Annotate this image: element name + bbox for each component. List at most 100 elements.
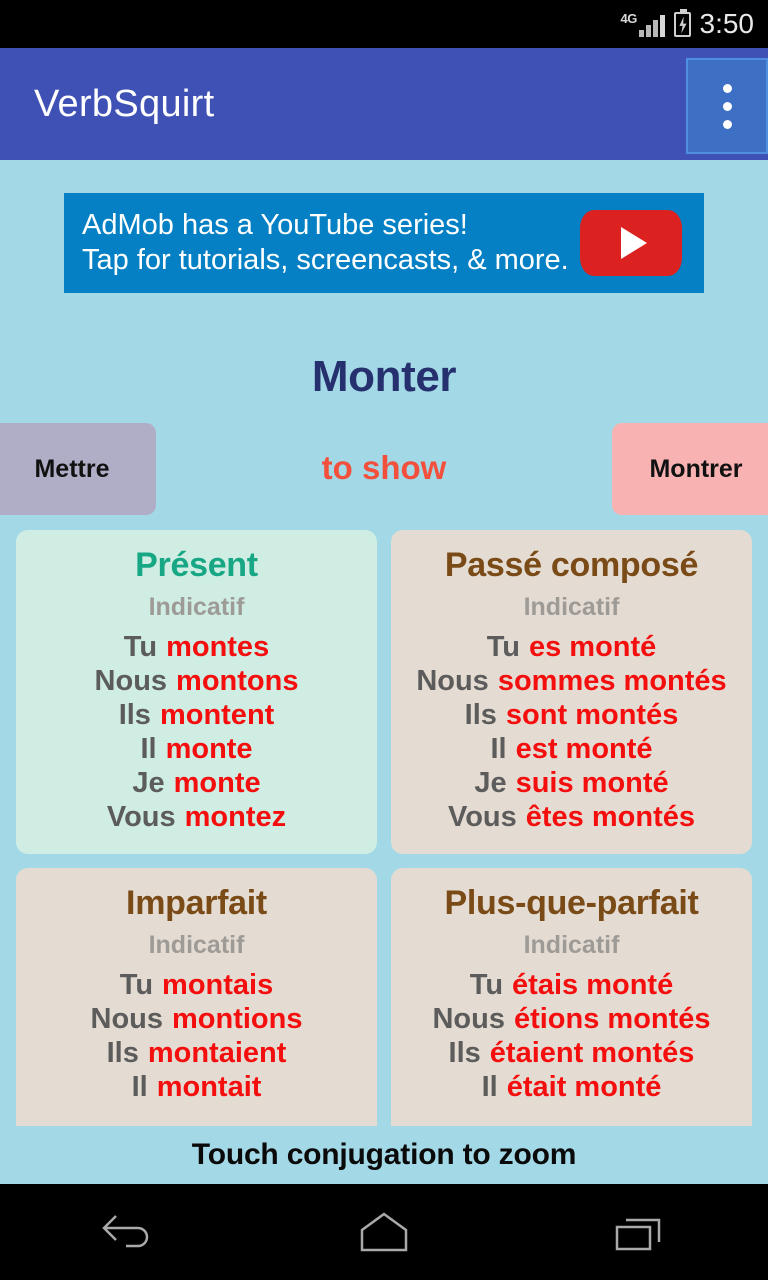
signal-strength-icon: 4G — [620, 11, 665, 37]
admob-line-1: AdMob has a YouTube series! — [82, 208, 468, 241]
verb-form: êtes montés — [525, 800, 695, 833]
clock-label: 3:50 — [699, 8, 755, 39]
conjugation-line: Ils montent — [26, 699, 367, 733]
recent-apps-icon — [615, 1218, 661, 1251]
conjugation-card-present[interactable]: Présent Indicatif Tu montes Nous montons I… — [16, 530, 377, 854]
system-navigation-bar — [0, 1184, 768, 1280]
pronoun: Il — [490, 732, 507, 765]
conjugation-list: Tu montais Nous montions Ils montaient Il mo… — [26, 969, 367, 1105]
conjugation-line: Vous montez — [26, 801, 367, 835]
network-type-label: 4G — [620, 11, 638, 26]
pronoun: Vous — [106, 800, 176, 833]
pronoun: Il — [140, 732, 157, 765]
battery-charging-icon — [673, 8, 691, 37]
pronoun: Il — [131, 1070, 148, 1103]
pronoun: Nous — [416, 664, 489, 697]
admob-banner[interactable]: AdMob has a YouTube series! Tap for tuto… — [64, 193, 704, 293]
pronoun: Il — [481, 1070, 498, 1103]
card-mood: Indicatif — [148, 931, 245, 959]
conjugation-line: Il était monté — [401, 1071, 742, 1105]
verb-form: suis monté — [515, 766, 669, 799]
card-title: Présent — [135, 546, 258, 584]
pronoun: Tu — [486, 631, 520, 663]
verb-form: montent — [159, 698, 275, 731]
conjugation-line: Nous étions montés — [401, 1003, 742, 1037]
conjugation-card-plus-que-parfait[interactable]: Plus-que-parfait Indicatif Tu étais monté… — [391, 868, 752, 1126]
app-title: VerbSquirt — [34, 82, 215, 125]
pronoun: Tu — [123, 631, 158, 663]
pronoun: Nous — [90, 1002, 164, 1035]
admob-banner-text: AdMob has a YouTube series! Tap for tuto… — [82, 208, 569, 279]
verb-form: es monté — [528, 631, 657, 663]
pronoun: Ils — [106, 1036, 139, 1069]
back-arrow-icon — [102, 1215, 149, 1248]
verb-form: montions — [172, 1002, 303, 1035]
conjugation-line: Tu es monté — [401, 631, 742, 665]
conjugation-card-passe-compose[interactable]: Passé composé Indicatif Tu es monté Nous s… — [391, 530, 752, 854]
conjugation-line: Tu montais — [26, 969, 367, 1003]
next-verb-button[interactable]: Montrer — [612, 423, 768, 515]
conjugation-line: Ils sont montés — [401, 699, 742, 733]
home-button[interactable] — [304, 1184, 464, 1280]
app-bar: VerbSquirt — [0, 48, 768, 160]
conjugation-line: Ils étaient montés — [401, 1037, 742, 1071]
card-mood: Indicatif — [523, 931, 620, 959]
conjugation-line: Je monte — [26, 767, 367, 801]
pronoun: Tu — [119, 969, 154, 1001]
card-title: Plus-que-parfait — [444, 884, 699, 922]
previous-verb-button[interactable]: Mettre — [0, 423, 156, 515]
conjugation-line: Nous montons — [26, 665, 367, 699]
verb-form: montez — [184, 800, 287, 833]
verb-form: montons — [176, 664, 299, 697]
verb-form: montais — [162, 969, 274, 1001]
card-title: Imparfait — [126, 884, 267, 922]
card-mood: Indicatif — [523, 593, 620, 621]
conjugation-line: Il montait — [26, 1071, 367, 1105]
conjugation-row-2: Imparfait Indicatif Tu montais Nous montio… — [0, 868, 768, 1126]
card-title: Passé composé — [444, 546, 699, 584]
pronoun: Je — [132, 766, 165, 799]
conjugation-line: Tu étais monté — [401, 969, 742, 1003]
verb-form: sont montés — [505, 698, 679, 731]
conjugation-line: Nous sommes montés — [401, 665, 742, 699]
conjugation-list: Tu es monté Nous sommes montés Ils sont mon… — [401, 631, 742, 835]
verb-form: sommes montés — [497, 664, 727, 697]
verb-form: étions montés — [513, 1002, 711, 1035]
status-bar: 4G 3:50 — [0, 0, 768, 48]
conjugation-row-1: Présent Indicatif Tu montes Nous montons I… — [0, 530, 768, 854]
conjugation-line: Nous montions — [26, 1003, 367, 1037]
conjugation-grid[interactable]: Présent Indicatif Tu montes Nous montons I… — [0, 530, 768, 1126]
signal-bars-icon — [638, 15, 665, 37]
verb-form: étaient montés — [489, 1036, 695, 1069]
pronoun: Nous — [94, 664, 168, 697]
verb-form: était monté — [506, 1070, 662, 1103]
pronoun: Ils — [464, 698, 497, 731]
verb-form: montaient — [147, 1036, 287, 1069]
pronoun: Tu — [469, 969, 504, 1001]
conjugation-list: Tu montes Nous montons Ils montent Il monte … — [26, 631, 367, 835]
pronoun: Ils — [118, 698, 151, 731]
admob-line-2: Tap for tutorials, screencasts, & more. — [82, 244, 569, 276]
youtube-play-icon[interactable] — [580, 210, 682, 276]
conjugation-line: Je suis monté — [401, 767, 742, 801]
conjugation-line: Il est monté — [401, 733, 742, 767]
conjugation-line: Ils montaient — [26, 1037, 367, 1071]
pronoun: Nous — [432, 1002, 505, 1035]
card-mood: Indicatif — [148, 593, 245, 621]
footer-hint: Touch conjugation to zoom — [0, 1126, 768, 1184]
overflow-menu-icon[interactable] — [686, 58, 768, 154]
conjugation-list: Tu étais monté Nous étions montés Ils étaie… — [401, 969, 742, 1105]
verb-form: monte — [173, 766, 261, 799]
verb-form: étais monté — [512, 969, 674, 1001]
verb-form: est monté — [515, 732, 653, 765]
conjugation-line: Vous êtes montés — [401, 801, 742, 835]
conjugation-card-imparfait[interactable]: Imparfait Indicatif Tu montais Nous montio… — [16, 868, 377, 1126]
back-button[interactable] — [48, 1184, 208, 1280]
home-icon — [360, 1212, 408, 1252]
footer-hint-label: Touch conjugation to zoom — [191, 1138, 577, 1171]
app-screen: 4G 3:50 VerbSquirt AdMob has a YouTube s… — [0, 0, 768, 1280]
pronoun: Vous — [448, 800, 517, 833]
conjugation-line: Tu montes — [26, 631, 367, 665]
verb-form: montait — [156, 1070, 262, 1103]
recent-apps-button[interactable] — [560, 1184, 720, 1280]
